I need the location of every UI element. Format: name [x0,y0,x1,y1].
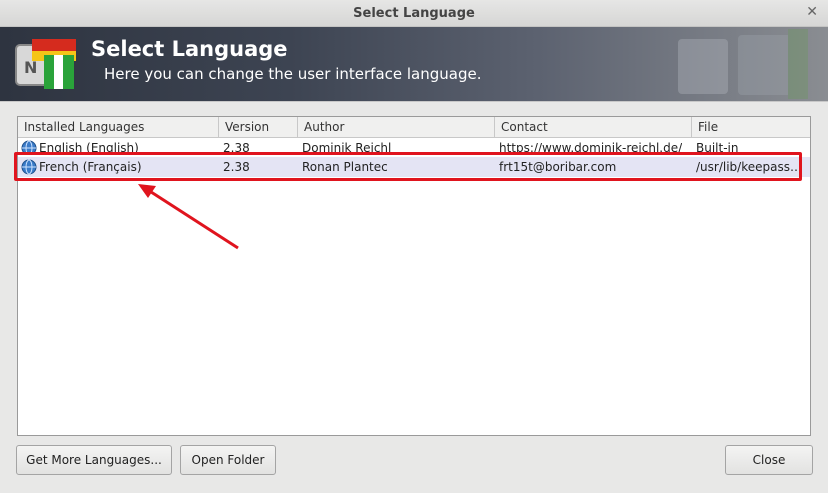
close-button[interactable]: Close [725,445,813,475]
header-banner: N Select Language Here you can change th… [0,27,828,101]
close-icon[interactable]: ✕ [806,4,818,20]
banner-heading: Select Language [91,37,288,61]
open-folder-button[interactable]: Open Folder [180,445,276,475]
title-bar: Select Language ✕ [0,0,828,27]
window-title: Select Language [353,6,475,21]
table-row[interactable]: English (English) 2.38 Dominik Reichl ht… [18,138,810,153]
language-author: Dominik Reichl [302,141,392,153]
annotation-arrow-icon [138,184,239,250]
list-header: Installed Languages Version Author Conta… [18,117,810,138]
select-language-window: Select Language ✕ N Select Language Here… [0,0,828,492]
keyboard-watermark-icon [678,29,808,99]
get-more-languages-button[interactable]: Get More Languages... [16,445,172,475]
language-version: 2.38 [223,141,250,153]
language-file: Built-in [696,141,739,153]
column-header-author[interactable]: Author [298,117,495,137]
column-header-installed-languages[interactable]: Installed Languages [18,117,219,137]
column-header-version[interactable]: Version [219,117,298,137]
column-header-contact[interactable]: Contact [495,117,692,137]
banner-subtitle: Here you can change the user interface l… [104,65,482,83]
column-header-file[interactable]: File [692,117,810,137]
language-flag-icon: N [15,39,76,89]
language-name: English (English) [39,141,139,153]
language-contact: https://www.dominik-reichl.de/ [499,141,683,153]
annotation-highlight-box [14,152,802,181]
